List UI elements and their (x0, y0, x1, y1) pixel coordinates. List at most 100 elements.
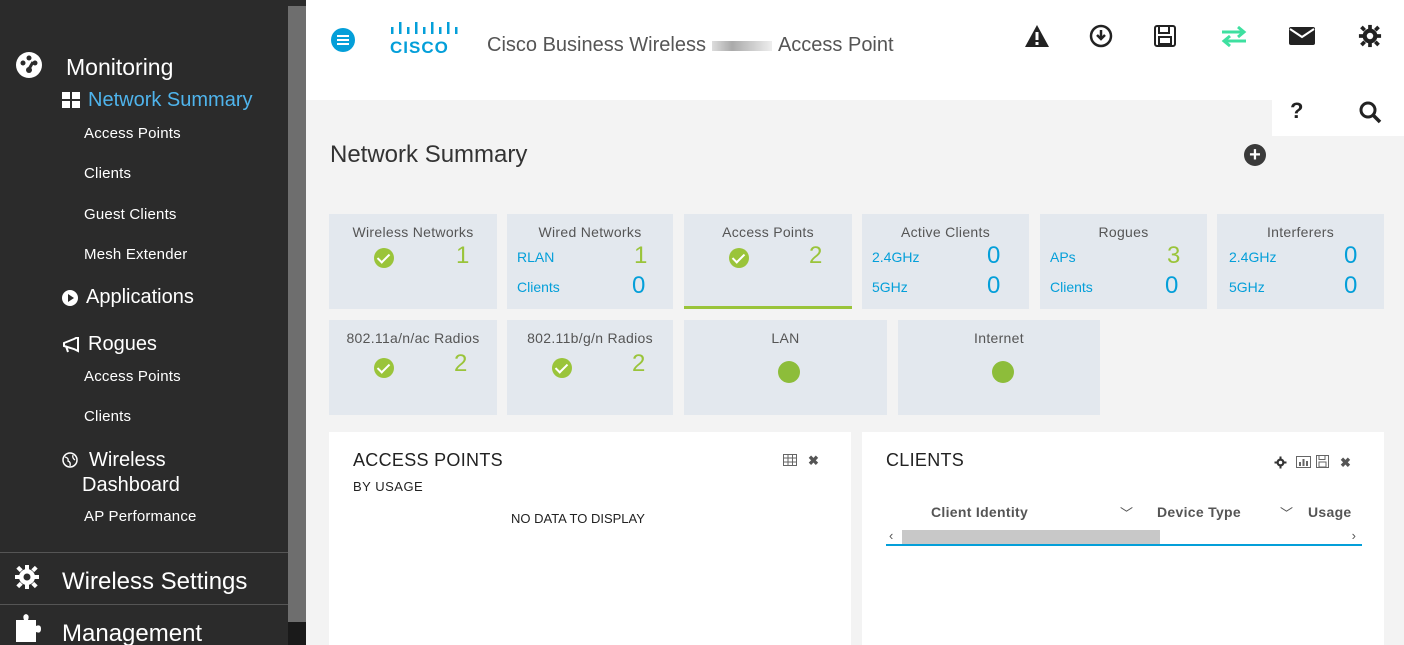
clients-panel: CLIENTS ✖ Client Identity ﹀ Device Type … (862, 432, 1384, 645)
download-icon[interactable] (1087, 22, 1115, 50)
sidebar-item-wireless-dashboard-line2[interactable]: Dashboard (82, 474, 180, 497)
interferer-24-value: 0 (1344, 242, 1358, 269)
export-icon[interactable] (1316, 455, 1329, 471)
grid-icon (62, 92, 80, 112)
interferer-5-value: 0 (1344, 272, 1358, 299)
rlan-label: RLAN (517, 249, 555, 265)
tile-value: 2 (632, 350, 646, 377)
panel-title: ACCESS POINTS (353, 450, 503, 470)
settings-gear-icon[interactable] (1356, 22, 1384, 50)
status-dot-icon (778, 361, 800, 383)
puzzle-icon (14, 612, 42, 645)
horizontal-scrollbar[interactable]: ‹ › (886, 528, 1362, 546)
sidebar: Monitoring Network Summary Access Points… (0, 0, 306, 645)
tile-wireless-networks[interactable]: Wireless Networks 1 (329, 214, 497, 309)
tile-rogues[interactable]: Rogues APs 3 Clients 0 (1040, 214, 1207, 309)
column-header-device-type[interactable]: Device Type (1157, 504, 1241, 520)
top-header: CISCO Cisco Business Wireless Access Poin… (306, 0, 1404, 100)
app-title-part2: Access Point (777, 34, 894, 56)
sync-arrows-icon[interactable] (1220, 22, 1248, 50)
redacted-model (711, 40, 772, 51)
tile-title: 802.11a/n/ac Radios (346, 330, 480, 346)
tile-active-clients[interactable]: Active Clients 2.4GHz 0 5GHz 0 (862, 214, 1029, 309)
save-icon[interactable] (1151, 22, 1179, 50)
rogue-clients-value: 0 (1165, 272, 1179, 299)
tile-title: LAN (771, 330, 800, 346)
chart-icon[interactable] (1296, 456, 1311, 471)
sidebar-divider (0, 604, 288, 605)
column-header-client-identity[interactable]: Client Identity (931, 504, 1028, 520)
rogue-aps-label: APs (1050, 249, 1076, 265)
close-icon[interactable]: ✖ (1340, 455, 1351, 471)
sidebar-item-rogues-access-points[interactable]: Access Points (84, 368, 181, 385)
sidebar-item-access-points[interactable]: Access Points (84, 125, 181, 142)
app-title: Cisco Business Wireless Access Point (487, 34, 894, 57)
tile-title: Rogues (1098, 224, 1149, 240)
tile-title: Wired Networks (538, 224, 642, 240)
sidebar-item-wireless-dashboard[interactable]: Wireless (89, 449, 166, 472)
scroll-right-icon[interactable]: › (1352, 528, 1356, 543)
sidebar-item-applications[interactable]: Applications (86, 286, 194, 309)
tile-interferers[interactable]: Interferers 2.4GHz 0 5GHz 0 (1217, 214, 1384, 309)
sidebar-item-wireless-settings[interactable]: Wireless Settings (62, 568, 247, 596)
sidebar-item-monitoring[interactable]: Monitoring (66, 54, 173, 81)
sidebar-item-rogues[interactable]: Rogues (88, 333, 157, 356)
search-icon[interactable] (1358, 100, 1382, 129)
rlan-value: 1 (634, 242, 648, 269)
tile-lan[interactable]: LAN (684, 320, 887, 415)
sidebar-item-ap-performance[interactable]: AP Performance (84, 508, 197, 525)
globe-icon (62, 452, 78, 472)
band-24-value: 0 (987, 242, 1001, 269)
sidebar-item-mesh-extender[interactable]: Mesh Extender (84, 246, 187, 263)
clients-value: 0 (632, 272, 646, 299)
interferer-5-label: 5GHz (1229, 279, 1265, 295)
tile-title: Wireless Networks (352, 224, 474, 240)
sidebar-item-management[interactable]: Management (62, 620, 202, 645)
page-title: Network Summary (330, 141, 528, 168)
settings-gear-small-icon[interactable] (1274, 456, 1287, 472)
clients-label: Clients (517, 279, 560, 295)
add-widget-button[interactable]: + (1244, 144, 1266, 166)
tile-80211ac-radios[interactable]: 802.11a/n/ac Radios 2 (329, 320, 497, 415)
warning-icon[interactable] (1023, 22, 1051, 50)
interferer-24-label: 2.4GHz (1229, 249, 1277, 265)
hamburger-menu-button[interactable] (331, 28, 355, 52)
table-view-icon[interactable] (783, 454, 797, 469)
sidebar-item-network-summary[interactable]: Network Summary (88, 89, 252, 112)
sidebar-item-clients[interactable]: Clients (84, 165, 131, 182)
tile-internet[interactable]: Internet (898, 320, 1100, 415)
scroll-left-icon[interactable]: ‹ (889, 528, 893, 543)
tile-wired-networks[interactable]: Wired Networks RLAN 1 Clients 0 (507, 214, 673, 309)
tile-title: 802.11b/g/n Radios (527, 330, 653, 346)
sidebar-scrollbar-thumb[interactable] (288, 6, 306, 622)
panel-title: CLIENTS (886, 450, 965, 470)
panel-subtitle: BY USAGE (353, 479, 424, 494)
rogue-aps-value: 3 (1167, 242, 1181, 269)
selected-tile-underline (684, 306, 852, 309)
sidebar-item-rogues-clients[interactable]: Clients (84, 408, 131, 425)
help-icon[interactable]: ? (1290, 98, 1303, 124)
tile-title: Interferers (1266, 224, 1335, 240)
band-24-label: 2.4GHz (872, 249, 920, 265)
bullhorn-icon (62, 335, 82, 357)
band-5-value: 0 (987, 272, 1001, 299)
envelope-icon[interactable] (1288, 22, 1316, 50)
tile-title: Internet (974, 330, 1024, 346)
dashboard-icon (14, 50, 44, 87)
play-circle-icon (62, 290, 78, 310)
status-dot-icon (992, 361, 1014, 383)
tile-value: 2 (809, 242, 823, 269)
scrollbar-thumb[interactable] (902, 530, 1160, 544)
app-title-part1: Cisco Business Wireless (487, 34, 706, 56)
sidebar-scrollbar-track[interactable] (288, 622, 306, 645)
tile-value: 1 (456, 242, 470, 269)
tile-title: Active Clients (900, 224, 990, 240)
chevron-down-icon[interactable]: ﹀ (1280, 503, 1293, 522)
tile-80211bgn-radios[interactable]: 802.11b/g/n Radios 2 (507, 320, 673, 415)
close-icon[interactable]: ✖ (808, 453, 819, 469)
check-circle-icon (374, 358, 394, 378)
chevron-down-icon[interactable]: ﹀ (1120, 503, 1133, 522)
column-header-usage[interactable]: Usage (1308, 504, 1368, 520)
tile-access-points[interactable]: Access Points 2 (684, 214, 852, 309)
sidebar-item-guest-clients[interactable]: Guest Clients (84, 206, 177, 223)
